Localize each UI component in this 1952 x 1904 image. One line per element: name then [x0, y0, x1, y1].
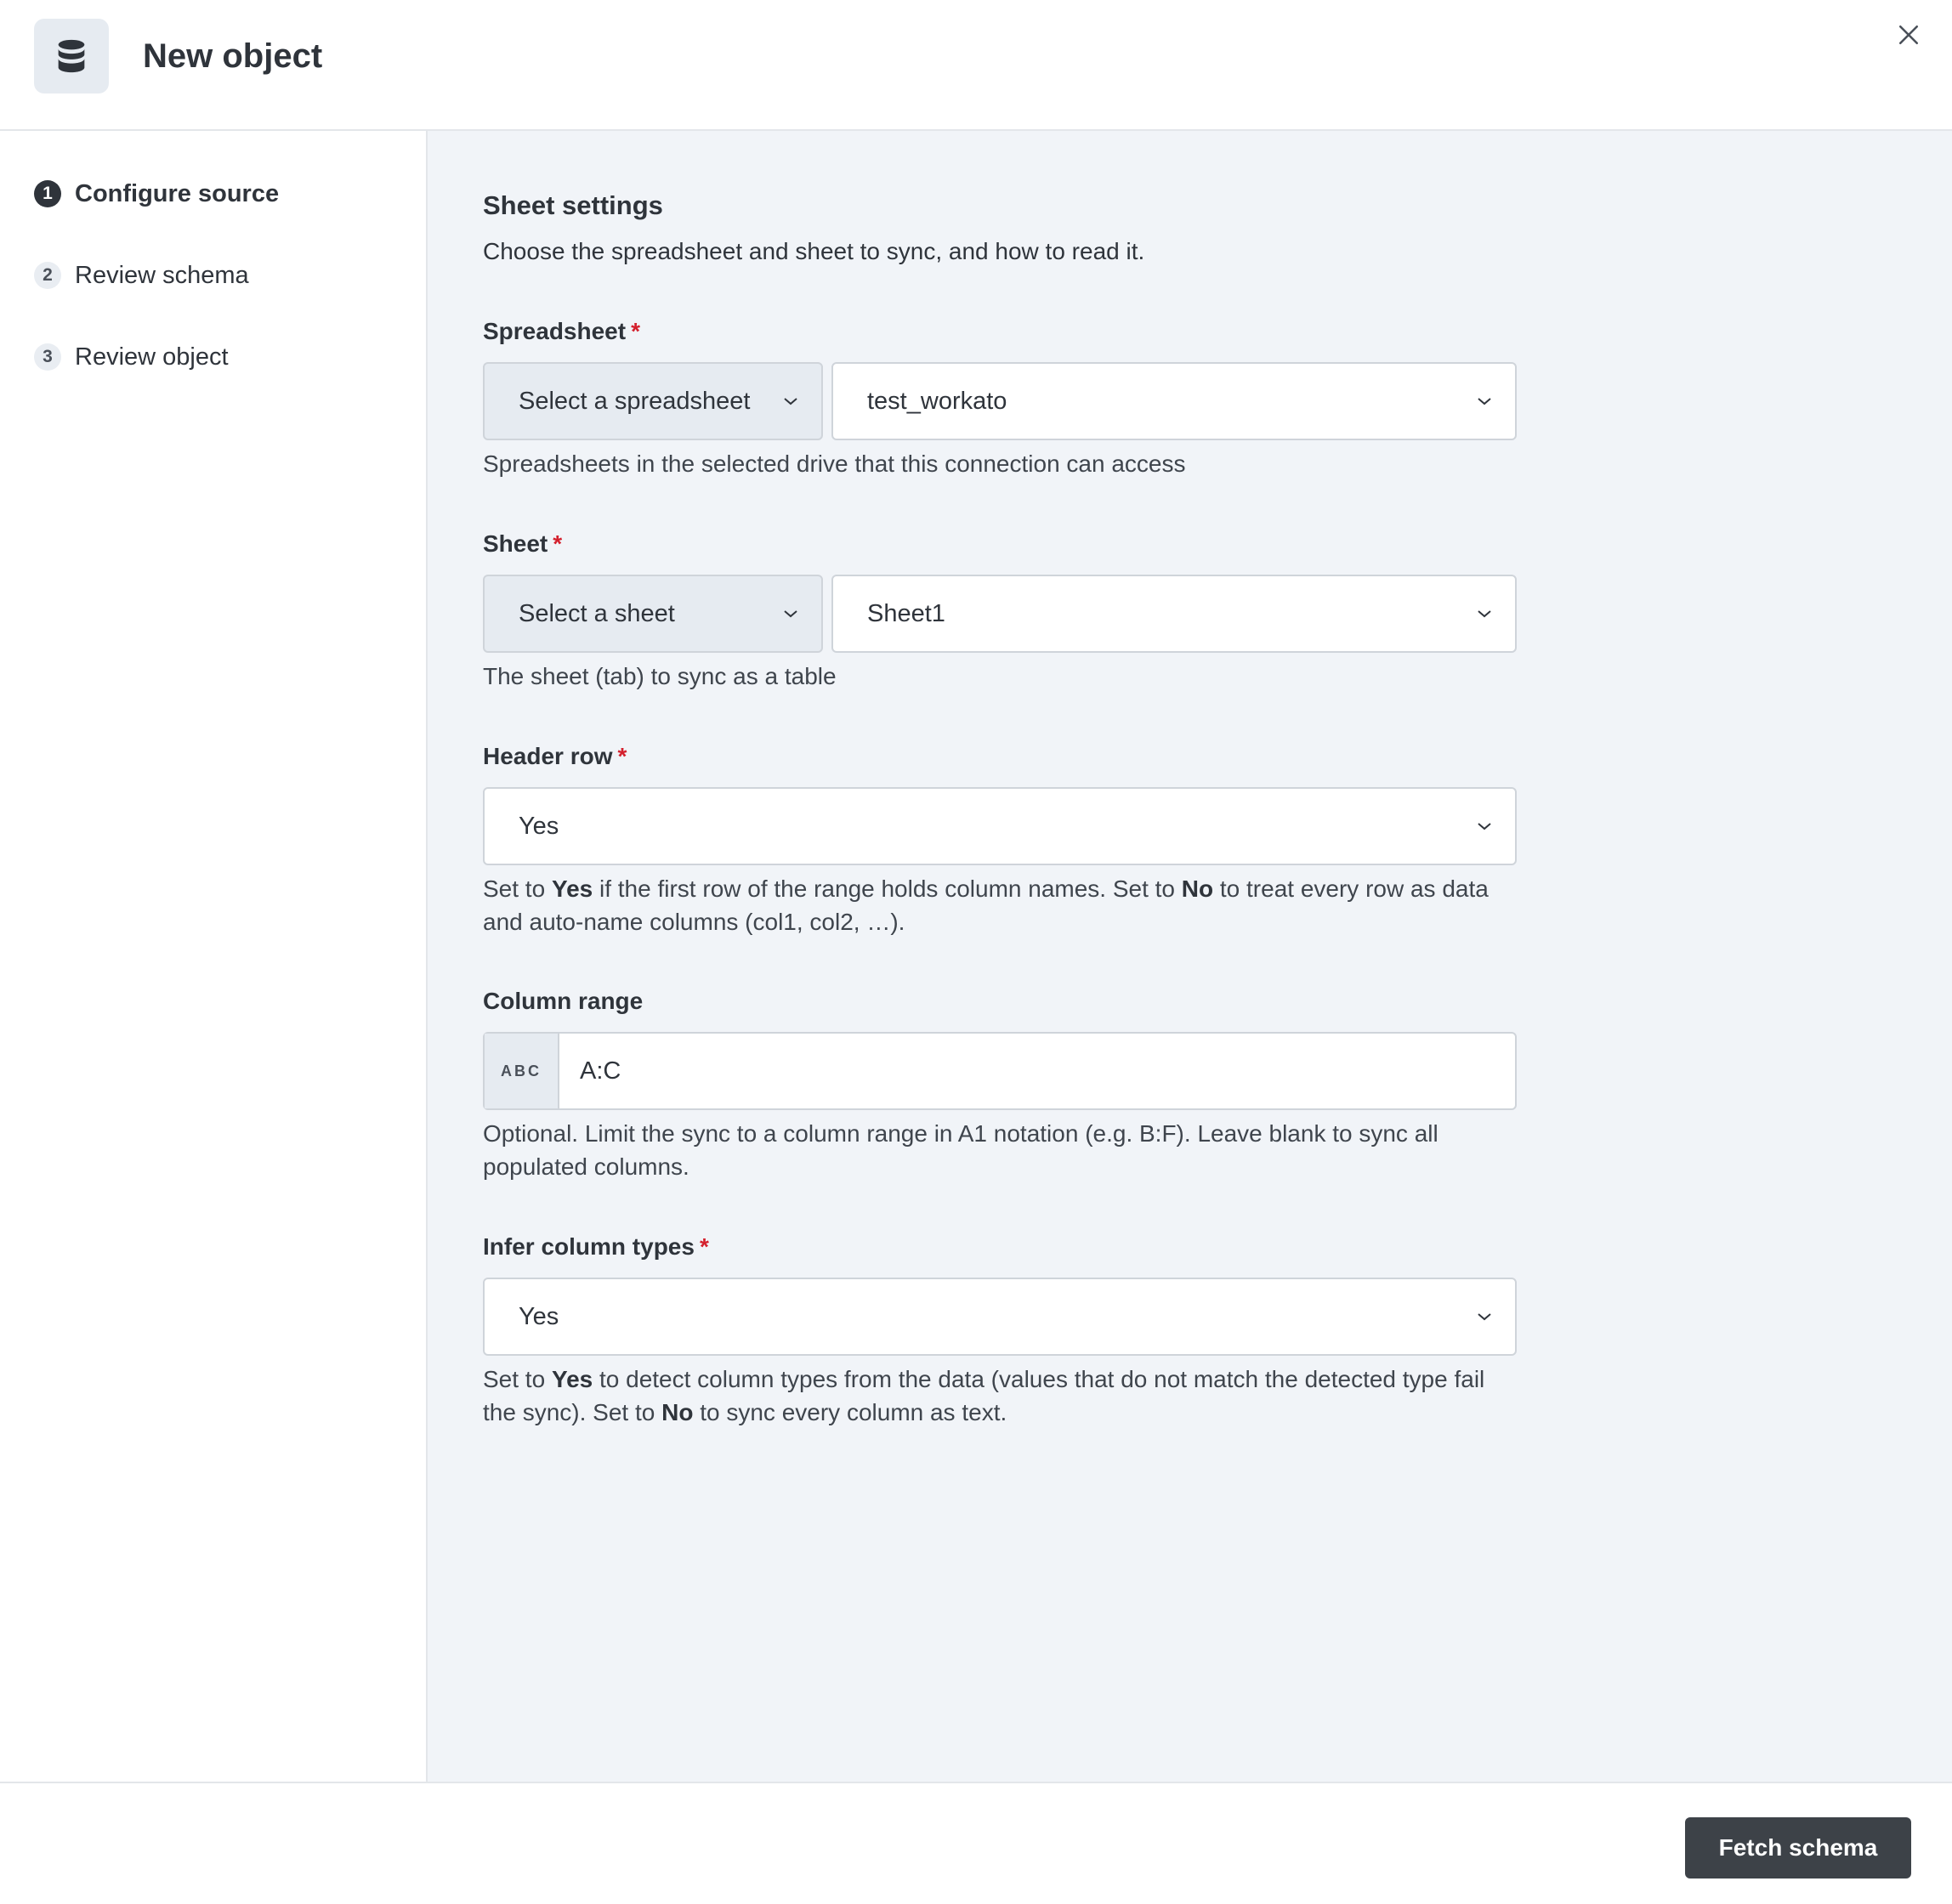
step-number: 3 [34, 343, 61, 371]
help-text: Set to [483, 1366, 552, 1392]
step-review-schema[interactable]: 2 Review schema [34, 255, 249, 296]
help-text: if the first row of the range holds colu… [593, 876, 1182, 902]
sheet-help: The sheet (tab) to sync as a table [483, 663, 837, 689]
required-marker: * [631, 318, 640, 344]
spreadsheet-mode-select[interactable]: Select a spreadsheet [483, 362, 823, 440]
sheet-select[interactable]: Sheet1 [831, 575, 1517, 653]
help-emphasis: No [1181, 876, 1214, 902]
select-value: test_workato [867, 387, 1007, 415]
label-text: Sheet [483, 530, 548, 557]
chevron-down-icon [1478, 823, 1491, 830]
header-row-label: Header row * [483, 740, 627, 774]
step-number: 1 [34, 180, 61, 207]
step-label: Review schema [75, 261, 249, 289]
help-text: to sync every column as text. [693, 1399, 1007, 1425]
help-emphasis: No [661, 1399, 694, 1425]
select-value: Sheet1 [867, 599, 945, 627]
label-text: Spreadsheet [483, 318, 627, 344]
step-label: Review object [75, 343, 229, 371]
database-icon [34, 19, 109, 94]
header-row-help: Set to Yes if the first row of the range… [483, 872, 1522, 938]
spreadsheet-label: Spreadsheet * [483, 314, 640, 348]
close-icon [1898, 25, 1919, 45]
required-marker: * [617, 743, 627, 769]
column-range-field: ABC [483, 1032, 1517, 1110]
fetch-schema-button[interactable]: Fetch schema [1685, 1817, 1911, 1878]
help-emphasis: Yes [551, 1366, 593, 1392]
chevron-down-icon [1478, 398, 1491, 405]
infer-types-help: Set to Yes to detect column types from t… [483, 1363, 1522, 1429]
close-button[interactable] [1887, 14, 1930, 56]
infer-types-label: Infer column types * [483, 1230, 709, 1264]
column-range-label: Column range [483, 984, 643, 1018]
select-value: Select a sheet [519, 599, 675, 627]
spreadsheet-select[interactable]: test_workato [831, 362, 1517, 440]
help-emphasis: Yes [551, 876, 593, 902]
step-configure-source[interactable]: 1 Configure source [34, 173, 279, 214]
spreadsheet-help: Spreadsheets in the selected drive that … [483, 450, 1186, 477]
chevron-down-icon [1478, 610, 1491, 618]
steps-sidebar: 1 Configure source 2 Review schema 3 Rev… [0, 131, 428, 1782]
label-text: Infer column types [483, 1233, 695, 1260]
label-text: Header row [483, 743, 613, 769]
step-review-object[interactable]: 3 Review object [34, 337, 229, 377]
required-marker: * [699, 1233, 709, 1260]
select-value: Yes [519, 1302, 559, 1330]
help-text: Set to [483, 876, 552, 902]
header-row-select[interactable]: Yes [483, 787, 1517, 865]
column-range-help: Optional. Limit the sync to a column ran… [483, 1120, 1438, 1180]
select-value: Yes [519, 812, 559, 840]
chevron-down-icon [784, 398, 797, 405]
modal-header: New object [0, 0, 1952, 131]
select-value: Select a spreadsheet [519, 387, 751, 415]
column-range-input[interactable] [559, 1034, 1515, 1108]
chevron-down-icon [1478, 1313, 1491, 1321]
chevron-down-icon [784, 610, 797, 618]
sheet-label: Sheet * [483, 527, 562, 561]
label-text: Column range [483, 988, 644, 1014]
modal-footer: Fetch schema [0, 1782, 1952, 1904]
text-type-badge: ABC [485, 1034, 559, 1108]
infer-types-select[interactable]: Yes [483, 1278, 1517, 1356]
step-label: Configure source [75, 179, 280, 207]
page-title: New object [143, 37, 323, 75]
required-marker: * [553, 530, 563, 557]
step-number: 2 [34, 262, 61, 289]
main-content: Sheet settings Choose the spreadsheet an… [428, 131, 1952, 1782]
section-description: Choose the spreadsheet and sheet to sync… [483, 238, 1145, 264]
sheet-mode-select[interactable]: Select a sheet [483, 575, 823, 653]
section-title: Sheet settings [483, 190, 663, 220]
